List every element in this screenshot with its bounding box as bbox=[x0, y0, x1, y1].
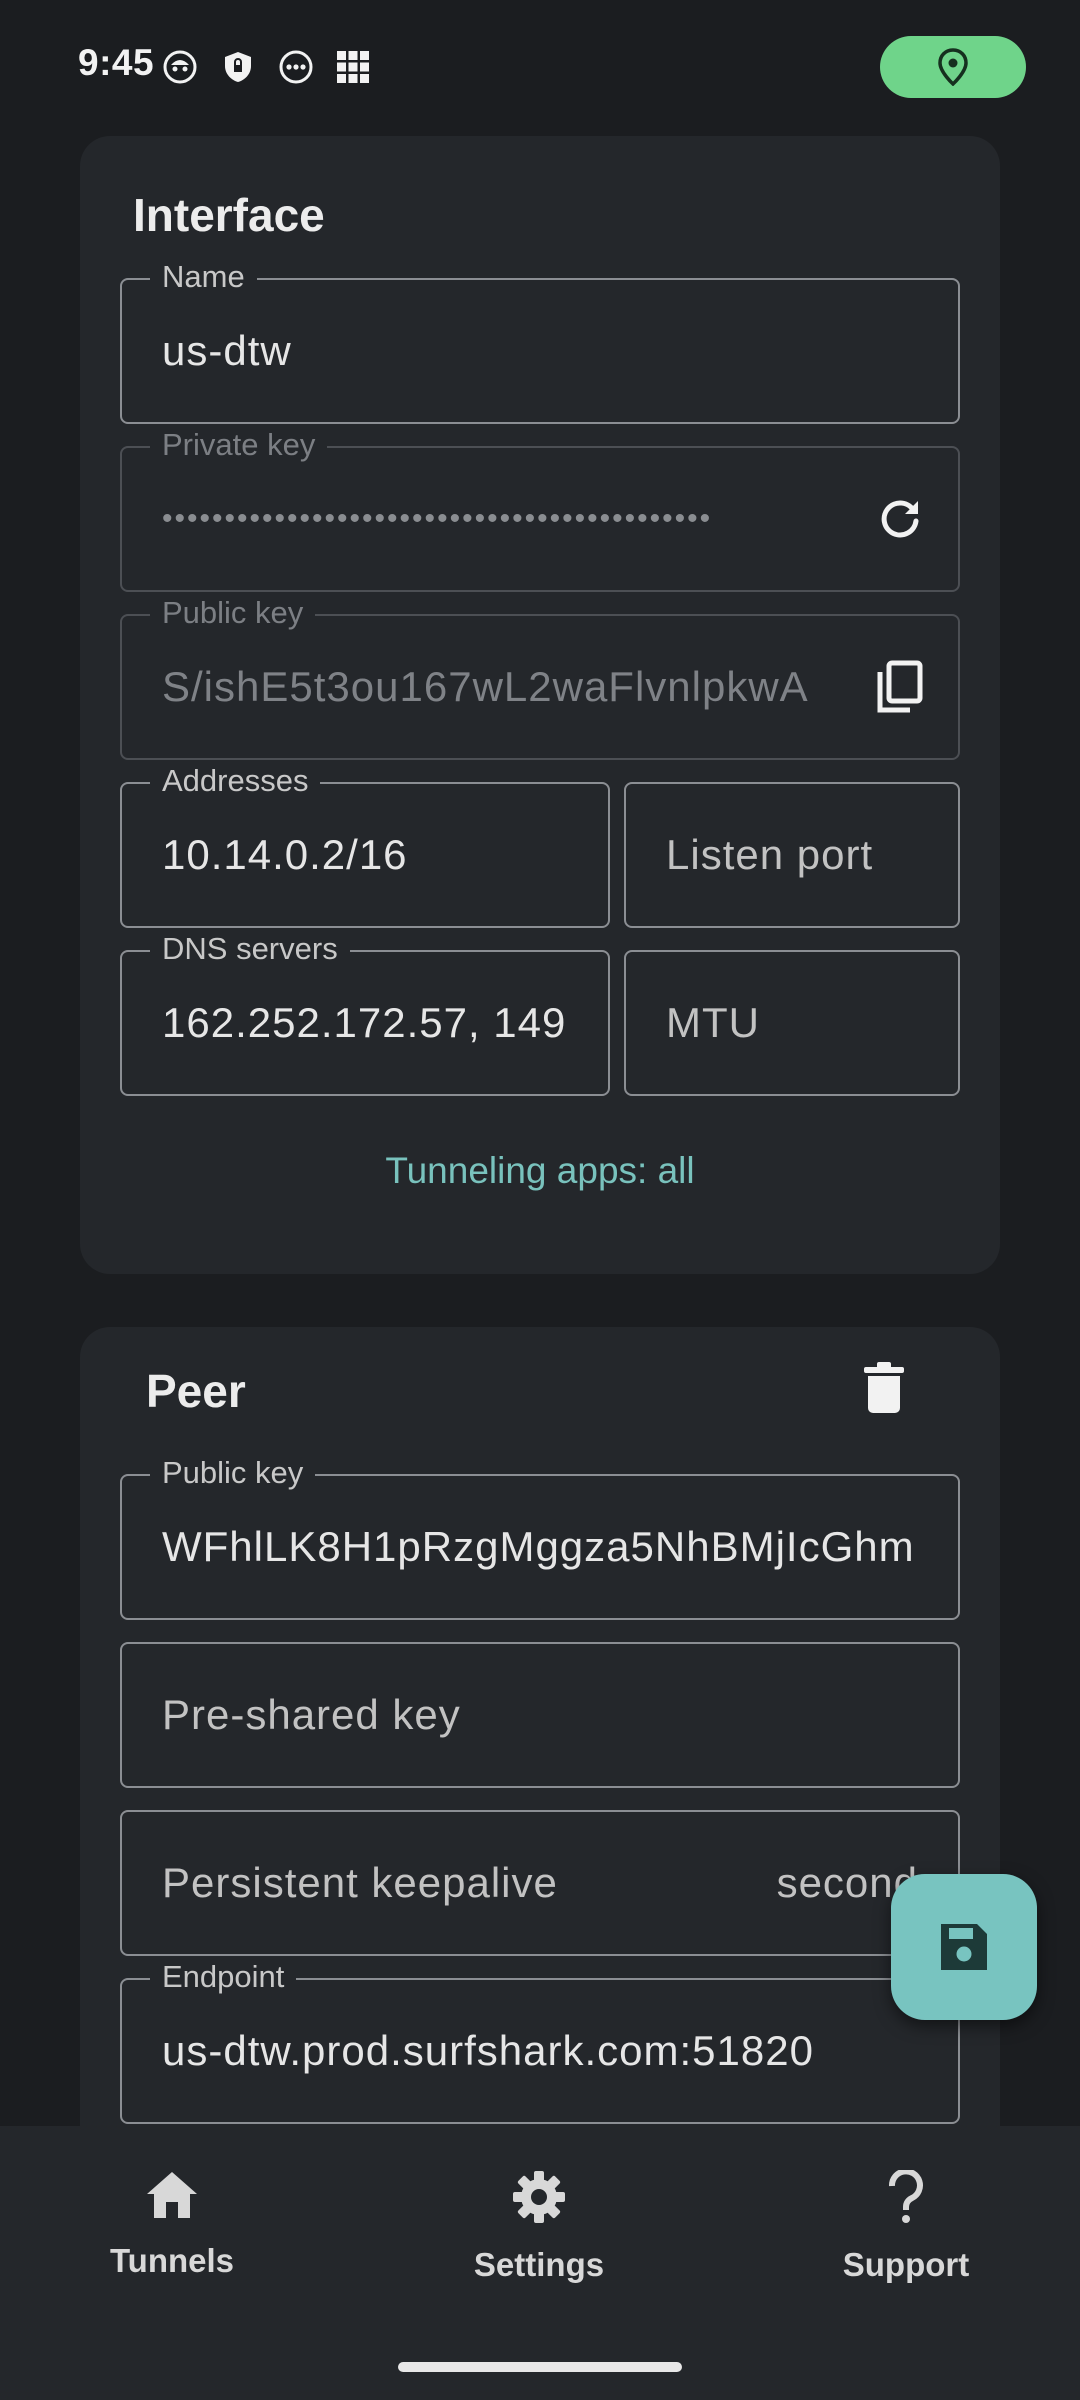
listen-port-field[interactable]: Listen port bbox=[624, 782, 960, 928]
nav-settings-label: Settings bbox=[473, 2246, 605, 2283]
face-notification-icon bbox=[163, 50, 197, 84]
peer-title: Peer bbox=[146, 1365, 246, 1417]
nav-settings[interactable]: Settings bbox=[419, 2170, 659, 2284]
delete-icon[interactable] bbox=[862, 1362, 906, 1414]
location-indicator[interactable] bbox=[880, 36, 1026, 98]
save-icon bbox=[941, 1924, 987, 1970]
home-indicator[interactable] bbox=[398, 2362, 682, 2372]
dns-servers-field[interactable]: DNS servers 162.252.172.57, 149 bbox=[120, 931, 610, 1096]
peer-public-key-field[interactable]: Public key WFhlLK8H1pRzgMggza5NhBMjIcGhm bbox=[120, 1455, 960, 1620]
name-input[interactable]: us-dtw bbox=[162, 280, 918, 422]
nav-support[interactable]: Support bbox=[786, 2170, 1026, 2284]
more-dots-icon bbox=[279, 50, 313, 84]
listen-port-input[interactable]: Listen port bbox=[666, 784, 918, 926]
interface-title: Interface bbox=[133, 189, 325, 241]
preshared-key-field[interactable]: Pre-shared key bbox=[120, 1642, 960, 1788]
public-key-field[interactable]: Public key S/ishE5t3ou167wL2waFlvnlpkwA bbox=[120, 595, 960, 760]
tunneling-apps-link[interactable]: Tunneling apps: all bbox=[80, 1150, 1000, 1192]
status-time: 9:45 bbox=[78, 42, 155, 83]
question-icon bbox=[889, 2170, 923, 2223]
nav-support-label: Support bbox=[842, 2246, 970, 2283]
persistent-keepalive-field[interactable]: Persistent keepalive second bbox=[120, 1810, 960, 1956]
private-key-input[interactable]: ••••••••••••••••••••••••••••••••••••••••… bbox=[162, 448, 838, 590]
nav-tunnels-label: Tunnels bbox=[109, 2242, 235, 2279]
refresh-icon[interactable] bbox=[876, 495, 924, 543]
grid-apps-icon bbox=[337, 51, 369, 83]
vpn-key-shield-icon bbox=[225, 52, 251, 82]
mtu-field[interactable]: MTU bbox=[624, 950, 960, 1096]
private-key-field[interactable]: Private key ••••••••••••••••••••••••••••… bbox=[120, 427, 960, 592]
home-icon bbox=[147, 2172, 197, 2218]
preshared-key-input[interactable]: Pre-shared key bbox=[162, 1644, 918, 1786]
name-field[interactable]: Name us-dtw bbox=[120, 259, 960, 424]
endpoint-field[interactable]: Endpoint us-dtw.prod.surfshark.com:51820 bbox=[120, 1959, 960, 2124]
location-pin-icon bbox=[938, 48, 968, 86]
public-key-input[interactable]: S/ishE5t3ou167wL2waFlvnlpkwA bbox=[162, 616, 838, 758]
endpoint-input[interactable]: us-dtw.prod.surfshark.com:51820 bbox=[162, 1980, 918, 2122]
dns-servers-input[interactable]: 162.252.172.57, 149 bbox=[162, 952, 568, 1094]
nav-tunnels[interactable]: Tunnels bbox=[52, 2170, 292, 2280]
mtu-input[interactable]: MTU bbox=[666, 952, 918, 1094]
addresses-field[interactable]: Addresses 10.14.0.2/16 bbox=[120, 763, 610, 928]
save-button[interactable] bbox=[891, 1874, 1037, 2020]
copy-icon[interactable] bbox=[874, 660, 924, 714]
gear-icon bbox=[513, 2171, 565, 2223]
addresses-input[interactable]: 10.14.0.2/16 bbox=[162, 784, 568, 926]
peer-public-key-input[interactable]: WFhlLK8H1pRzgMggza5NhBMjIcGhm bbox=[162, 1476, 918, 1618]
